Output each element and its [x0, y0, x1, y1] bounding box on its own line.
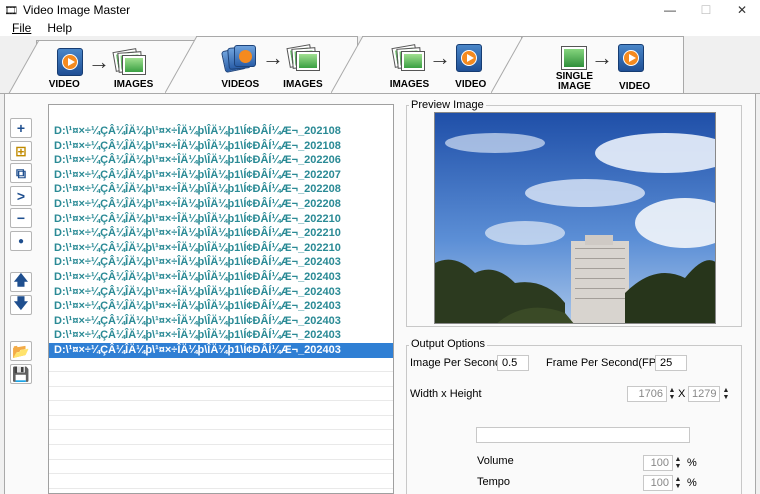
- video-icon: [55, 47, 85, 77]
- tab-label-right: VIDEO: [455, 79, 487, 90]
- width-height-label: Width x Height: [410, 388, 482, 400]
- add-folder-icon[interactable]: ⊞: [10, 141, 32, 161]
- video-icon: [616, 43, 646, 73]
- next-icon[interactable]: >: [10, 186, 32, 206]
- tab-strip: → VIDEO IMAGES → VIDEOS IMAGES → IMAGES: [0, 36, 760, 97]
- title-bar: 🎞 Video Image Master — ☐ ✕: [0, 0, 760, 20]
- empty-row: [49, 358, 393, 373]
- empty-row: [49, 401, 393, 416]
- arrow-right-icon: →: [88, 49, 110, 74]
- empty-row: [49, 372, 393, 387]
- empty-row: [49, 474, 393, 489]
- tab-label-right: VIDEO: [619, 81, 651, 92]
- minimize-icon[interactable]: —: [652, 0, 688, 20]
- clear-icon[interactable]: ●: [10, 231, 32, 251]
- video-icon: [454, 43, 484, 73]
- empty-row: [49, 416, 393, 431]
- tempo-stepper[interactable]: ▲ ▼: [673, 475, 683, 491]
- file-row[interactable]: D:\¹¤×÷¼ÇÂ¼ÎÄ¼þ\¹¤×÷ÎÄ¼þ\ÎÄ¼þ1\Í¢ÐÂÍ¼Æ¬_…: [49, 197, 393, 212]
- file-row[interactable]: D:\¹¤×÷¼ÇÂ¼ÎÄ¼þ\¹¤×÷ÎÄ¼þ\ÎÄ¼þ1\Í¢ÐÂÍ¼Æ¬_…: [49, 182, 393, 197]
- file-row[interactable]: D:\¹¤×÷¼ÇÂ¼ÎÄ¼þ\¹¤×÷ÎÄ¼þ\ÎÄ¼þ1\Í¢ÐÂÍ¼Æ¬_…: [49, 255, 393, 270]
- image-per-second-label: Image Per Second: [410, 357, 502, 369]
- file-row[interactable]: D:\¹¤×÷¼ÇÂ¼ÎÄ¼þ\¹¤×÷ÎÄ¼þ\ÎÄ¼þ1\Í¢ÐÂÍ¼Æ¬_…: [49, 139, 393, 154]
- preview-label: Preview Image: [409, 99, 486, 111]
- tab-edge: [491, 36, 523, 93]
- tab-label-right: IMAGES: [283, 79, 323, 90]
- height-stepper[interactable]: ▲ ▼: [721, 386, 731, 402]
- images-icon: [391, 43, 426, 73]
- file-row[interactable]: D:\¹¤×÷¼ÇÂ¼ÎÄ¼þ\¹¤×÷ÎÄ¼þ\ÎÄ¼þ1\Í¢ÐÂÍ¼Æ¬_…: [49, 241, 393, 256]
- file-row[interactable]: D:\¹¤×÷¼ÇÂ¼ÎÄ¼þ\¹¤×÷ÎÄ¼þ\ÎÄ¼þ1\Í¢ÐÂÍ¼Æ¬_…: [49, 342, 393, 358]
- audio-file-input[interactable]: [476, 427, 690, 443]
- x-label: X: [678, 388, 686, 400]
- tempo-label: Tempo: [477, 476, 511, 488]
- empty-row: [49, 460, 393, 475]
- arrow-right-icon: →: [262, 45, 284, 70]
- tempo-percent: %: [687, 477, 697, 489]
- file-row[interactable]: D:\¹¤×÷¼ÇÂ¼ÎÄ¼þ\¹¤×÷ÎÄ¼þ\ÎÄ¼þ1\Í¢ÐÂÍ¼Æ¬_…: [49, 285, 393, 300]
- output-label: Output Options: [409, 338, 487, 350]
- image-per-second-input[interactable]: 0.5: [497, 355, 529, 371]
- single-image-icon: [560, 44, 588, 72]
- tab-label-left: IMAGES: [389, 79, 430, 90]
- remove-icon[interactable]: −: [10, 208, 32, 228]
- volume-label: Volume: [477, 455, 514, 467]
- open-folder-icon[interactable]: 📂: [10, 341, 32, 361]
- tempo-input[interactable]: 100: [643, 475, 673, 491]
- list-top-padding: [49, 105, 393, 124]
- file-row[interactable]: D:\¹¤×÷¼ÇÂ¼ÎÄ¼þ\¹¤×÷ÎÄ¼þ\ÎÄ¼þ1\Í¢ÐÂÍ¼Æ¬_…: [49, 299, 393, 314]
- app-icon: 🎞: [4, 4, 18, 17]
- width-input[interactable]: 1706: [627, 386, 667, 402]
- file-row[interactable]: D:\¹¤×÷¼ÇÂ¼ÎÄ¼þ\¹¤×÷ÎÄ¼þ\ÎÄ¼þ1\Í¢ÐÂÍ¼Æ¬_…: [49, 168, 393, 183]
- file-row[interactable]: D:\¹¤×÷¼ÇÂ¼ÎÄ¼þ\¹¤×÷ÎÄ¼þ\ÎÄ¼þ1\Í¢ÐÂÍ¼Æ¬_…: [49, 328, 393, 343]
- tab-label-left: SINGLE IMAGE: [555, 71, 594, 92]
- duplicate-icon[interactable]: ⧉: [10, 163, 32, 183]
- move-down-icon[interactable]: 🡇: [10, 295, 32, 315]
- fps-input[interactable]: 25: [655, 355, 687, 371]
- width-stepper[interactable]: ▲ ▼: [667, 386, 677, 402]
- file-rows: D:\¹¤×÷¼ÇÂ¼ÎÄ¼þ\¹¤×÷ÎÄ¼þ\ÎÄ¼þ1\Í¢ÐÂÍ¼Æ¬_…: [49, 124, 393, 489]
- menu-bar: File Help: [0, 20, 760, 36]
- maximize-icon[interactable]: ☐: [688, 0, 724, 20]
- menu-help[interactable]: Help: [37, 21, 78, 35]
- empty-row: [49, 387, 393, 402]
- move-up-icon[interactable]: 🡅: [10, 272, 32, 292]
- volume-stepper[interactable]: ▲ ▼: [673, 455, 683, 471]
- file-row[interactable]: D:\¹¤×÷¼ÇÂ¼ÎÄ¼þ\¹¤×÷ÎÄ¼þ\ÎÄ¼þ1\Í¢ÐÂÍ¼Æ¬_…: [49, 270, 393, 285]
- images-icon: [286, 43, 321, 73]
- images-icon: [112, 47, 147, 77]
- close-icon[interactable]: ✕: [724, 0, 760, 20]
- file-row[interactable]: D:\¹¤×÷¼ÇÂ¼ÎÄ¼þ\¹¤×÷ÎÄ¼þ\ÎÄ¼þ1\Í¢ÐÂÍ¼Æ¬_…: [49, 124, 393, 139]
- videos-icon: [220, 43, 259, 74]
- window-controls: — ☐ ✕: [652, 0, 760, 20]
- volume-percent: %: [687, 457, 697, 469]
- add-icon[interactable]: +: [10, 118, 32, 138]
- fps-label: Frame Per Second(FPS): [546, 357, 668, 369]
- empty-row: [49, 430, 393, 446]
- tab-single-image-to-video[interactable]: → SINGLE IMAGE VIDEO: [491, 36, 684, 94]
- tab-label-left: VIDEOS: [221, 79, 260, 90]
- tab-label-left: VIDEO: [48, 79, 80, 90]
- file-row[interactable]: D:\¹¤×÷¼ÇÂ¼ÎÄ¼þ\¹¤×÷ÎÄ¼þ\ÎÄ¼þ1\Í¢ÐÂÍ¼Æ¬_…: [49, 314, 393, 329]
- file-list[interactable]: D:\¹¤×÷¼ÇÂ¼ÎÄ¼þ\¹¤×÷ÎÄ¼þ\ÎÄ¼þ1\Í¢ÐÂÍ¼Æ¬_…: [48, 104, 394, 494]
- file-row[interactable]: D:\¹¤×÷¼ÇÂ¼ÎÄ¼þ\¹¤×÷ÎÄ¼þ\ÎÄ¼þ1\Í¢ÐÂÍ¼Æ¬_…: [49, 212, 393, 227]
- arrow-right-icon: →: [429, 45, 451, 70]
- save-icon[interactable]: 💾: [10, 364, 32, 384]
- arrow-right-icon: →: [591, 45, 613, 70]
- tab-label-right: IMAGES: [113, 79, 154, 90]
- file-row[interactable]: D:\¹¤×÷¼ÇÂ¼ÎÄ¼þ\¹¤×÷ÎÄ¼þ\ÎÄ¼þ1\Í¢ÐÂÍ¼Æ¬_…: [49, 153, 393, 168]
- height-input[interactable]: 1279: [688, 386, 720, 402]
- volume-input[interactable]: 100: [643, 455, 673, 471]
- preview-photo: [435, 113, 715, 323]
- window-title: Video Image Master: [23, 3, 131, 17]
- empty-row: [49, 445, 393, 460]
- menu-file[interactable]: File: [0, 21, 37, 35]
- preview-image: [434, 112, 716, 324]
- file-row[interactable]: D:\¹¤×÷¼ÇÂ¼ÎÄ¼þ\¹¤×÷ÎÄ¼þ\ÎÄ¼þ1\Í¢ÐÂÍ¼Æ¬_…: [49, 226, 393, 241]
